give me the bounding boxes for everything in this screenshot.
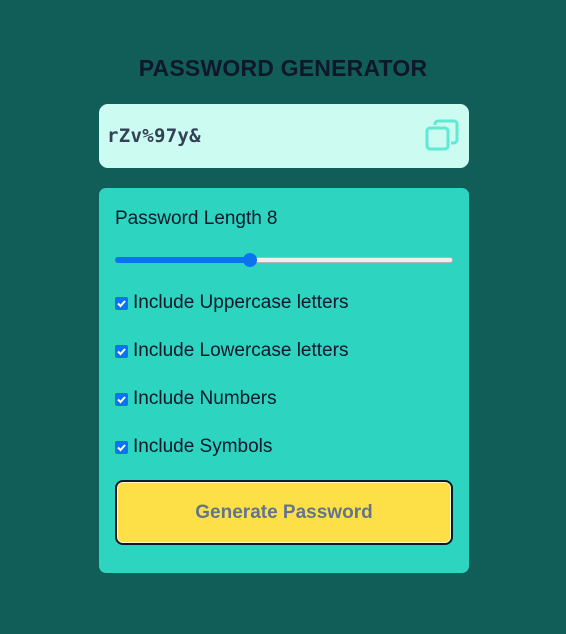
option-label: Include Uppercase letters xyxy=(133,292,349,313)
check-icon xyxy=(117,299,126,307)
length-label-row: Password Length 8 xyxy=(115,208,277,230)
password-output: rZv%97y& xyxy=(99,104,469,168)
option-numbers[interactable]: Include Numbers xyxy=(115,387,277,411)
option-label: Include Numbers xyxy=(133,388,277,409)
checkbox-numbers[interactable] xyxy=(115,392,128,406)
generate-password-button[interactable]: Generate Password xyxy=(115,480,453,545)
page-title: PASSWORD GENERATOR xyxy=(138,55,428,81)
checkbox-uppercase[interactable] xyxy=(115,296,128,310)
copy-icon xyxy=(425,119,459,151)
password-text: rZv%97y& xyxy=(107,125,201,147)
settings-panel: Password Length 8 Include Uppercase lette… xyxy=(99,188,469,573)
length-slider[interactable] xyxy=(115,250,453,270)
length-value: 8 xyxy=(266,208,278,229)
option-label: Include Symbols xyxy=(133,436,273,457)
check-icon xyxy=(117,395,126,403)
slider-fill xyxy=(115,257,251,263)
length-label: Password Length xyxy=(115,208,262,229)
checkbox-lowercase[interactable] xyxy=(115,344,128,358)
option-symbols[interactable]: Include Symbols xyxy=(115,435,272,459)
slider-thumb[interactable] xyxy=(243,253,258,267)
checkbox-symbols[interactable] xyxy=(115,440,128,454)
option-label: Include Lowercase letters xyxy=(133,340,349,361)
copy-button[interactable] xyxy=(425,119,459,153)
check-icon xyxy=(117,347,126,355)
option-lowercase[interactable]: Include Lowercase letters xyxy=(115,339,348,363)
check-icon xyxy=(117,443,126,451)
option-uppercase[interactable]: Include Uppercase letters xyxy=(115,291,348,315)
